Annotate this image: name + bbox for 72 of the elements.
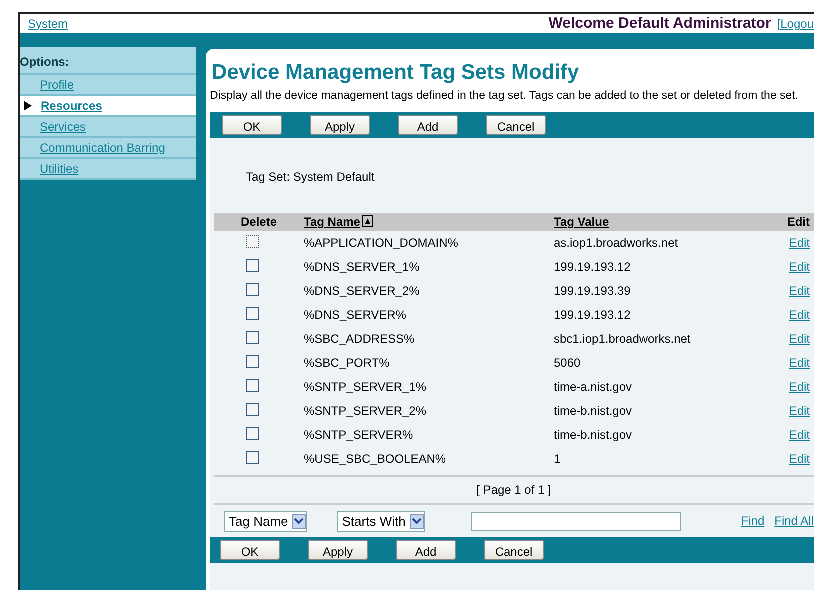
tag-name-cell: %SBC_PORT%: [304, 356, 390, 370]
tag-value-cell: as.iop1.broadworks.net: [554, 236, 678, 250]
mode-dropdown[interactable]: Starts With: [337, 510, 425, 532]
tag-name-cell: %APPLICATION_DOMAIN%: [304, 236, 458, 250]
action-button[interactable]: Cancel: [484, 540, 544, 560]
tag-name-cell: %USE_SBC_BOOLEAN%: [304, 452, 446, 466]
edit-link[interactable]: Edit: [764, 308, 814, 322]
system-link[interactable]: System: [28, 16, 68, 30]
tag-value-cell: 199.19.193.12: [554, 308, 631, 322]
tag-name-cell: %SBC_ADDRESS%: [304, 332, 415, 346]
tag-name-cell: %DNS_SERVER_1%: [304, 260, 420, 274]
column-header[interactable]: Tag Value: [554, 215, 610, 229]
pagination-text: [ Page 1 of 1 ]: [476, 483, 552, 497]
sidebar-item[interactable]: Profile: [20, 75, 196, 96]
edit-link[interactable]: Edit: [764, 452, 814, 466]
delete-checkbox[interactable]: [246, 379, 259, 392]
tag-value-cell: 1: [554, 452, 561, 466]
tag-value-cell: time-a.nist.gov: [554, 380, 632, 394]
action-button[interactable]: Apply: [310, 115, 370, 135]
sort-icon[interactable]: ▲: [362, 215, 374, 227]
sidebar-item[interactable]: Resources: [20, 96, 196, 117]
field-dropdown[interactable]: Tag Name: [224, 510, 308, 532]
edit-link[interactable]: Edit: [764, 356, 814, 370]
tag-name-cell: %SNTP_SERVER%: [304, 428, 414, 442]
search-field[interactable]: [470, 512, 681, 530]
edit-link[interactable]: Edit: [764, 332, 814, 346]
action-button[interactable]: Cancel: [486, 115, 546, 135]
tag-name-cell: %SNTP_SERVER_1%: [304, 380, 426, 394]
sidebar-item[interactable]: Services: [20, 117, 196, 138]
edit-link[interactable]: Edit: [764, 284, 814, 298]
delete-checkbox[interactable]: [246, 259, 259, 272]
delete-checkbox[interactable]: [246, 427, 259, 440]
tag-set-label: Tag Set: System Default: [246, 170, 375, 184]
delete-checkbox[interactable]: [246, 355, 259, 368]
pointer-icon: [24, 100, 32, 110]
find-link[interactable]: Find: [741, 514, 765, 528]
action-button[interactable]: Add: [398, 115, 458, 135]
sidebar-item[interactable]: Utilities: [20, 159, 196, 180]
edit-link[interactable]: Edit: [764, 428, 814, 442]
tag-value-cell: time-b.nist.gov: [554, 404, 632, 418]
delete-checkbox[interactable]: [246, 283, 259, 296]
edit-link[interactable]: Edit: [764, 236, 814, 250]
tag-value-cell: 199.19.193.39: [554, 284, 631, 298]
tag-name-cell: %SNTP_SERVER_2%: [304, 404, 426, 418]
delete-checkbox[interactable]: [246, 451, 259, 464]
tag-value-cell: time-b.nist.gov: [554, 428, 632, 442]
page-title: Device Management Tag Sets Modify: [212, 61, 580, 85]
column-header: Edit: [787, 215, 810, 229]
page-description: Display all the device management tags defined in the tag set. Tags can be added to the set or deleted from the set.: [210, 89, 800, 104]
edit-link[interactable]: Edit: [764, 404, 814, 418]
column-header[interactable]: Tag Name: [304, 215, 360, 229]
action-button[interactable]: Add: [396, 540, 456, 560]
tag-value-cell: sbc1.iop1.broadworks.net: [554, 332, 691, 346]
action-button[interactable]: Apply: [308, 540, 368, 560]
edit-link[interactable]: Edit: [764, 260, 814, 274]
tag-name-cell: %DNS_SERVER%: [304, 308, 406, 322]
find-all-link[interactable]: Find All: [774, 514, 814, 528]
delete-checkbox[interactable]: [246, 403, 259, 416]
edit-link[interactable]: Edit: [764, 380, 814, 394]
sidebar-item[interactable]: Communication Barring: [20, 138, 196, 159]
tag-value-cell: 5060: [554, 356, 581, 370]
tag-name-cell: %DNS_SERVER_2%: [304, 284, 420, 298]
delete-checkbox[interactable]: [246, 331, 259, 344]
column-header: Delete: [240, 215, 278, 229]
action-button[interactable]: OK: [222, 115, 282, 135]
delete-checkbox[interactable]: [246, 307, 259, 320]
options-heading: Options:: [20, 47, 196, 75]
action-button[interactable]: OK: [220, 540, 280, 560]
delete-checkbox[interactable]: [246, 235, 259, 248]
tag-value-cell: 199.19.193.12: [554, 260, 631, 274]
logout-link[interactable]: [Logou: [777, 17, 814, 31]
welcome-text: Welcome Default Administrator: [548, 15, 772, 32]
